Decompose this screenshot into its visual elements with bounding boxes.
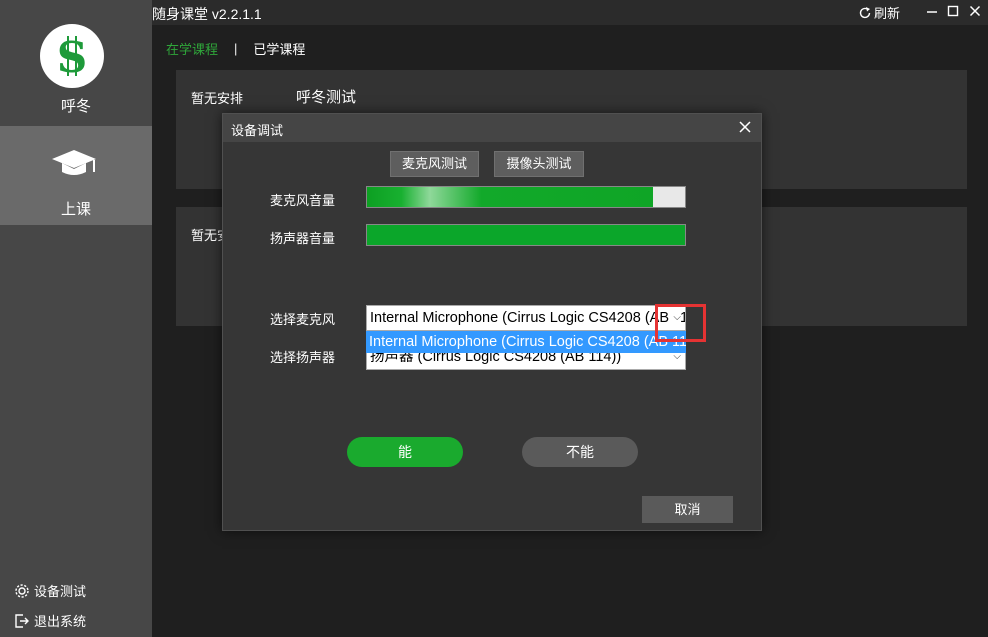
cancel-button[interactable]: 取消: [642, 496, 733, 523]
speaker-volume-fill: [367, 225, 685, 245]
device-test-link[interactable]: 设备测试: [14, 581, 86, 600]
app-title: 随身课堂 v2.2.1.1: [152, 6, 262, 22]
logout-label: 退出系统: [34, 614, 87, 629]
tab-learning[interactable]: 在学课程: [166, 39, 218, 58]
sidebar-item-class[interactable]: 上课: [0, 126, 152, 225]
app-logo: S: [40, 24, 104, 88]
dialog-header: 设备调试: [223, 114, 761, 142]
sidebar-item-class-label: 上课: [60, 201, 91, 218]
mic-volume-fill: [367, 187, 654, 207]
refresh-button[interactable]: 刷新: [858, 3, 900, 22]
graduation-cap-icon: [52, 150, 96, 175]
sidebar: S 呼冬 上课 设备测试 退出系统: [0, 0, 152, 637]
svg-text:S: S: [57, 33, 87, 80]
mic-test-tab-button[interactable]: 麦克风测试: [390, 151, 479, 177]
annotation-highlight-box: [655, 304, 706, 342]
no-button[interactable]: 不能: [522, 437, 638, 467]
maximize-icon[interactable]: [945, 3, 961, 19]
yes-button[interactable]: 能: [347, 437, 463, 467]
title-bar: 随身课堂 v2.2.1.1 刷新: [152, 0, 988, 25]
minimize-icon[interactable]: [924, 3, 940, 19]
course-name: 呼冬测试: [296, 89, 357, 106]
tab-separator: |: [234, 41, 238, 56]
refresh-label: 刷新: [874, 6, 901, 21]
device-test-dialog: 设备调试 麦克风测试 摄像头测试 麦克风音量 扬声器音量 选择麦克风 Inter…: [222, 113, 762, 531]
camera-test-tab-button[interactable]: 摄像头测试: [494, 151, 584, 177]
tab-learned[interactable]: 已学课程: [253, 39, 305, 58]
mic-volume-label: 麦克风音量: [270, 193, 336, 208]
logout-link[interactable]: 退出系统: [14, 611, 86, 630]
logout-icon: [15, 613, 29, 628]
mic-dropdown-option[interactable]: Internal Microphone (Cirrus Logic CS4208…: [366, 331, 686, 353]
close-icon[interactable]: [738, 120, 752, 134]
select-mic-label: 选择麦克风: [270, 312, 336, 327]
dialog-title: 设备调试: [231, 123, 284, 138]
logo-icon: S: [57, 33, 87, 80]
gear-icon: [15, 583, 29, 598]
close-window-icon[interactable]: [967, 3, 983, 19]
select-speaker-label: 选择扬声器: [270, 350, 336, 365]
refresh-icon: [859, 6, 871, 18]
username: 呼冬: [60, 98, 91, 115]
mic-volume-meter: [366, 186, 686, 208]
course-schedule-status: 暂无安排: [191, 91, 244, 106]
mic-select[interactable]: Internal Microphone (Cirrus Logic CS4208…: [366, 305, 686, 331]
mic-select-value: Internal Microphone (Cirrus Logic CS4208…: [370, 310, 686, 326]
course-tabs: 在学课程 | 已学课程: [166, 39, 305, 58]
device-test-label: 设备测试: [34, 584, 87, 599]
speaker-volume-label: 扬声器音量: [270, 231, 336, 246]
speaker-volume-meter: [366, 224, 686, 246]
